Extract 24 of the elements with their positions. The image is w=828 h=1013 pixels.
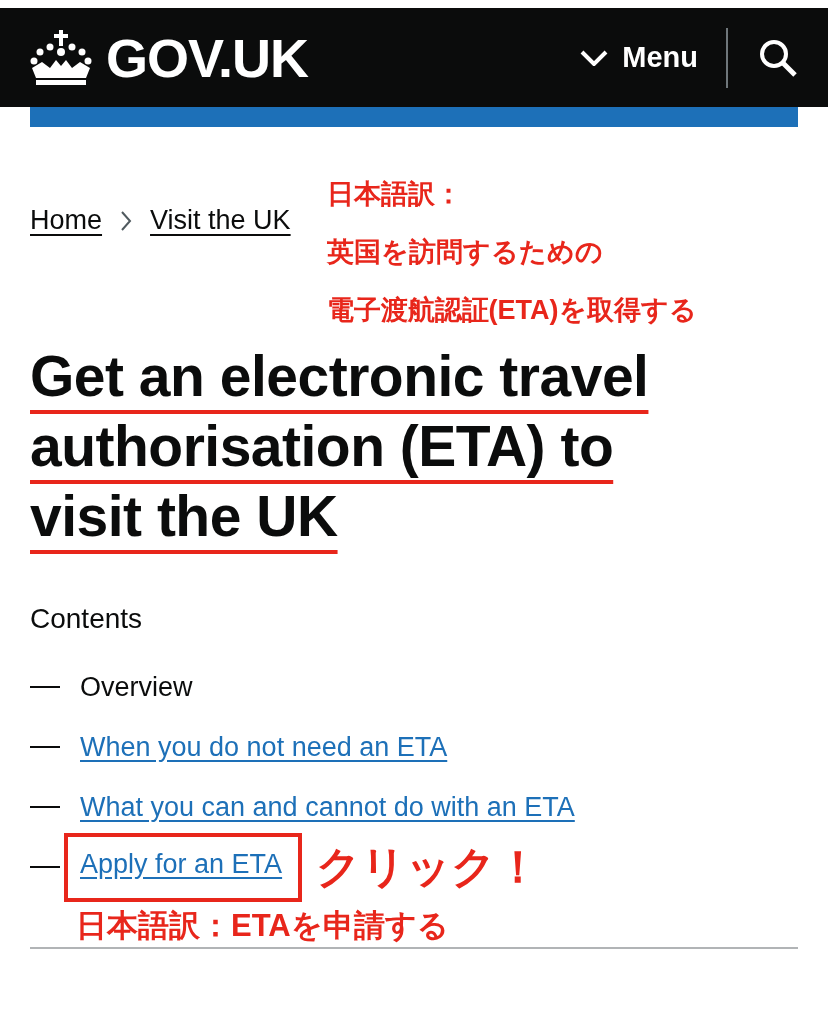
annotation-text: 英国を訪問するための bbox=[326, 236, 604, 269]
list-dash bbox=[30, 686, 60, 688]
govuk-logo[interactable]: GOV.UK bbox=[30, 26, 309, 89]
current-section[interactable]: Overview bbox=[80, 671, 193, 703]
page-title: Get an electronic travel authorisation (ETA) to visit the UK bbox=[30, 343, 650, 550]
crown-icon bbox=[30, 29, 92, 86]
contents-link[interactable]: What you can and cannot do with an ETA bbox=[80, 791, 575, 823]
chevron-down-icon bbox=[580, 49, 609, 66]
annotation-text: 日本語訳： bbox=[326, 178, 463, 211]
list-dash bbox=[30, 866, 60, 868]
contents-heading: Contents bbox=[30, 603, 144, 635]
menu-button[interactable]: Menu bbox=[580, 41, 698, 74]
breadcrumb-link[interactable]: Home bbox=[30, 205, 103, 236]
annotation-text: クリック！ bbox=[316, 840, 541, 893]
breadcrumb-link[interactable]: Visit the UK bbox=[150, 205, 291, 236]
annotation-text: 日本語訳：ETAを申請する bbox=[76, 907, 450, 945]
list-dash bbox=[30, 806, 60, 808]
contents-link[interactable]: Apply for an ETA bbox=[64, 832, 303, 902]
annotation-text: 電子渡航認証(ETA)を取得する bbox=[326, 294, 697, 327]
chevron-right-icon bbox=[120, 209, 133, 232]
contents-link[interactable]: When you do not need an ETA bbox=[80, 731, 448, 763]
search-button[interactable] bbox=[758, 37, 798, 78]
search-icon bbox=[758, 37, 798, 78]
list-dash bbox=[30, 746, 60, 748]
